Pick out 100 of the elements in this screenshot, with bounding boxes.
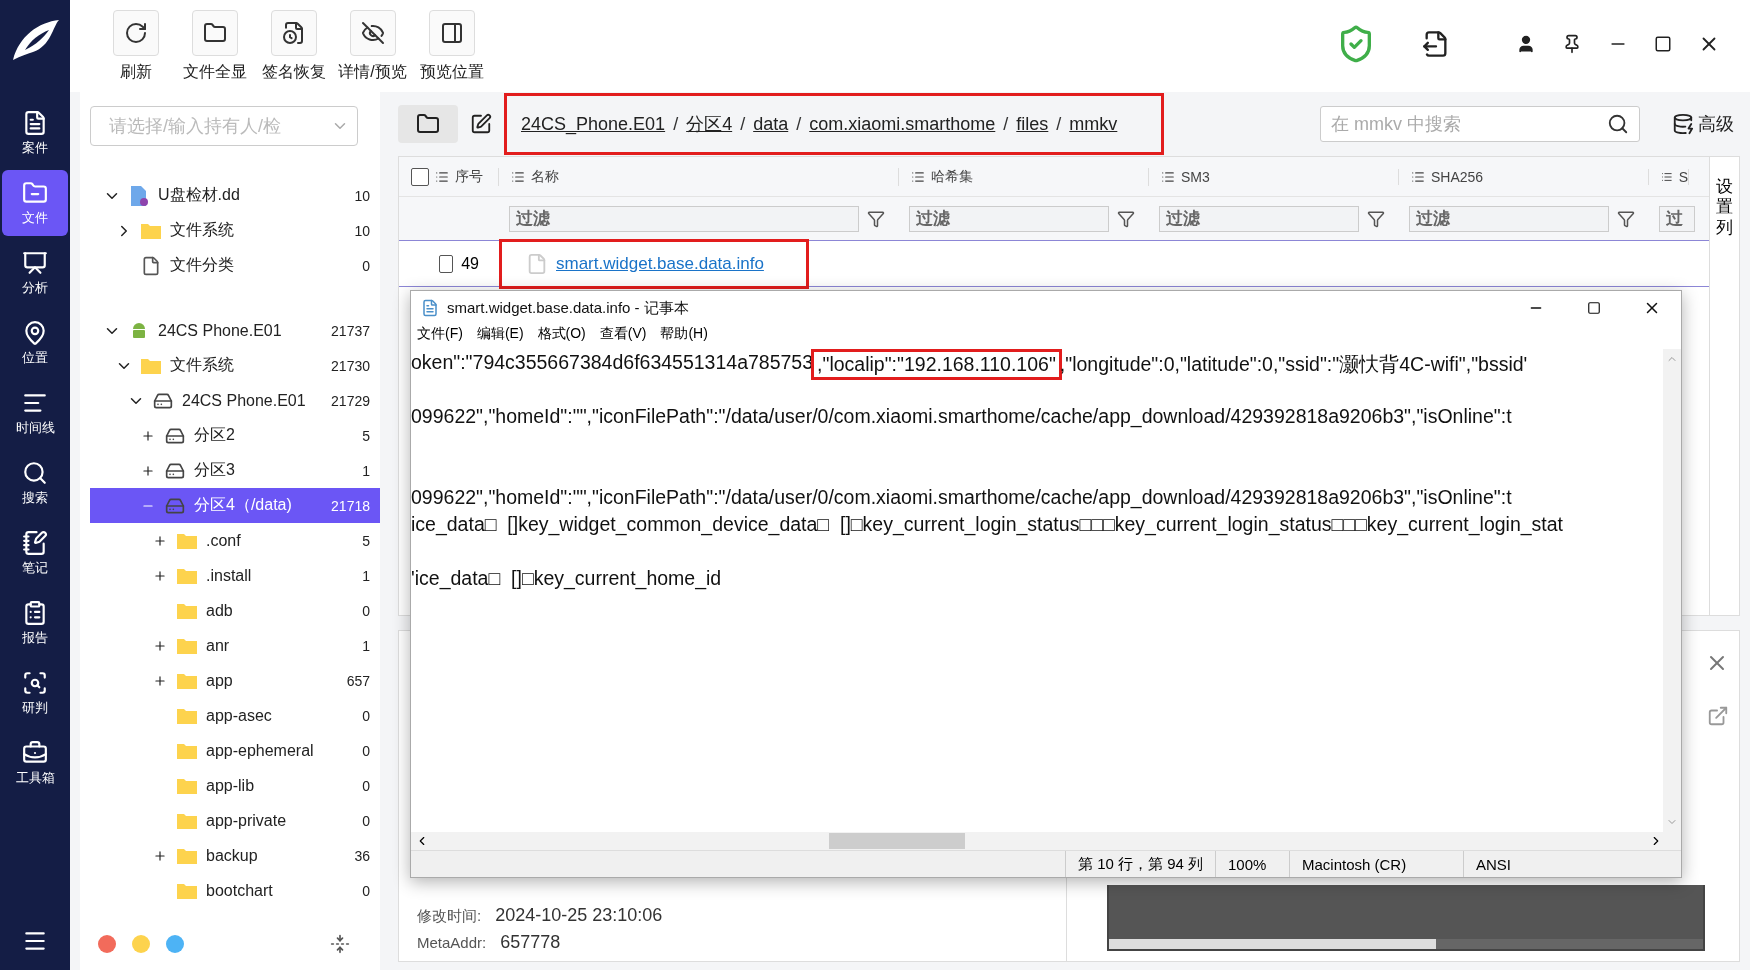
- breadcrumb-link[interactable]: 分区4: [686, 112, 733, 136]
- filter-icon[interactable]: [1367, 209, 1385, 228]
- filter-field[interactable]: 过: [1659, 205, 1695, 232]
- nav-item[interactable]: 工具箱: [2, 730, 68, 796]
- column-header[interactable]: 名称: [499, 167, 899, 186]
- tree-item[interactable]: app-lib 0: [90, 768, 380, 803]
- expand-icon[interactable]: [153, 533, 167, 548]
- tree-item[interactable]: .install 1: [90, 558, 380, 593]
- tree-item[interactable]: .conf 5: [90, 523, 380, 558]
- edit-icon[interactable]: [470, 113, 492, 135]
- expand-icon[interactable]: [153, 638, 167, 653]
- breadcrumb-link[interactable]: mmkv: [1069, 113, 1118, 135]
- expand-icon[interactable]: [153, 673, 167, 688]
- menu-item[interactable]: 编辑(E): [476, 325, 524, 349]
- expand-icon[interactable]: [141, 428, 155, 443]
- folder-button[interactable]: [398, 105, 458, 143]
- tag-dot[interactable]: [98, 935, 116, 953]
- filter-field[interactable]: 过滤: [909, 205, 1109, 232]
- maximize-icon[interactable]: [1654, 35, 1672, 53]
- row-checkbox[interactable]: [439, 254, 454, 273]
- nav-item[interactable]: 案件: [2, 100, 68, 166]
- column-header[interactable]: SM3: [1149, 168, 1399, 185]
- nav-item[interactable]: 搜索: [2, 450, 68, 516]
- breadcrumb-link[interactable]: com.xiaomi.smarthome: [809, 113, 996, 135]
- export-icon[interactable]: [1422, 30, 1450, 58]
- breadcrumb-link[interactable]: data: [753, 113, 789, 135]
- nav-item[interactable]: 分析: [2, 240, 68, 306]
- expand-icon[interactable]: [153, 848, 167, 863]
- menu-item[interactable]: 格式(O): [537, 325, 586, 349]
- nav-item[interactable]: 位置: [2, 310, 68, 376]
- list-icon: [1411, 169, 1425, 184]
- tree-item[interactable]: 分区3 1: [90, 453, 380, 488]
- horizontal-scrollbar[interactable]: [411, 832, 1681, 850]
- filter-field[interactable]: 过滤: [509, 205, 859, 232]
- file-icon: [526, 252, 548, 275]
- filter-field[interactable]: 过滤: [1159, 205, 1359, 232]
- file-link[interactable]: smart.widget.base.data.info: [556, 253, 764, 274]
- toolbar-button[interactable]: 文件全显: [175, 10, 254, 83]
- nav-item[interactable]: 时间线: [2, 380, 68, 446]
- folder-icon: [202, 21, 227, 45]
- menu-item[interactable]: 帮助(H): [660, 325, 708, 349]
- maximize-icon[interactable]: [1587, 301, 1601, 315]
- folder-icon: [416, 112, 440, 136]
- list-icon: [911, 169, 925, 184]
- folder-icon: [176, 636, 198, 655]
- filter-icon[interactable]: [867, 209, 885, 228]
- tree-item[interactable]: anr 1: [90, 628, 380, 663]
- toolbar-button[interactable]: 刷新: [96, 10, 175, 83]
- external-link-icon[interactable]: [1707, 705, 1729, 727]
- column-header[interactable]: 序号: [399, 167, 499, 186]
- tree-item[interactable]: 文件系统 10: [90, 213, 380, 248]
- nav-item[interactable]: 研判: [2, 660, 68, 726]
- folder-icon: [176, 811, 198, 830]
- column-settings-button[interactable]: 设置列: [1709, 157, 1739, 615]
- nav-item[interactable]: 笔记: [2, 520, 68, 586]
- menu-item[interactable]: 查看(V): [599, 325, 647, 349]
- filter-field[interactable]: 过滤: [1409, 205, 1609, 232]
- detail-label: 修改时间:: [417, 907, 482, 926]
- nav-item[interactable]: 报告: [2, 590, 68, 656]
- tree-item[interactable]: 分区2 5: [90, 418, 380, 453]
- tag-dot[interactable]: [166, 935, 184, 953]
- column-header[interactable]: SHA256: [1399, 168, 1649, 185]
- text-line: ice_data□ []key_widget_common_device_data□ []□key_current_login_status□□□key_current_login_status□□□key_current_login_stat: [411, 513, 1564, 538]
- collapse-all-icon[interactable]: [330, 934, 350, 954]
- toolbar-button[interactable]: 详情/预览: [333, 10, 412, 83]
- tree-item[interactable]: 24CS Phone.E01 21729: [90, 383, 380, 418]
- tree-item[interactable]: app-ephemeral 0: [90, 733, 380, 768]
- pin-icon[interactable]: [1562, 34, 1582, 54]
- breadcrumb-link[interactable]: 24CS_Phone.E01: [521, 113, 666, 135]
- nav-item[interactable]: 文件: [2, 170, 68, 236]
- tree-item[interactable]: 24CS Phone.E01 21737: [90, 313, 380, 348]
- tree-item[interactable]: app-private 0: [90, 803, 380, 838]
- filter-icon[interactable]: [1617, 209, 1635, 228]
- toolbar-button[interactable]: 预览位置: [412, 10, 491, 83]
- tag-dot[interactable]: [132, 935, 150, 953]
- column-header[interactable]: 哈希集: [899, 167, 1149, 186]
- tree-item[interactable]: app-asec 0: [90, 698, 380, 733]
- folder-icon: [140, 356, 162, 375]
- tree-item[interactable]: app 657: [90, 663, 380, 698]
- tree-item[interactable]: 文件分类 0: [90, 248, 380, 283]
- row-number: 49: [461, 254, 479, 273]
- breadcrumb-link[interactable]: files: [1016, 113, 1049, 135]
- tree-item[interactable]: U盘检材.dd 10: [90, 178, 380, 213]
- menu-item[interactable]: 文件(F): [417, 325, 463, 349]
- tree-item[interactable]: backup 36: [90, 838, 380, 873]
- tree-item[interactable]: 分区4（/data) 21718: [90, 488, 380, 523]
- user-icon[interactable]: [1516, 34, 1536, 54]
- panel-icon: [439, 21, 464, 45]
- tree-item[interactable]: adb 0: [90, 593, 380, 628]
- tree-item[interactable]: 文件系统 21730: [90, 348, 380, 383]
- select-all-checkbox[interactable]: [411, 167, 429, 186]
- expand-icon[interactable]: [141, 463, 155, 478]
- advanced-button[interactable]: 高级: [1666, 111, 1740, 137]
- tree-item[interactable]: bootchart 0: [90, 873, 380, 908]
- expand-icon[interactable]: [153, 568, 167, 583]
- search-icon[interactable]: [1607, 113, 1629, 135]
- column-header[interactable]: S: [1649, 168, 1689, 185]
- filter-icon[interactable]: [1117, 209, 1135, 228]
- toolbar-button[interactable]: 签名恢复: [254, 10, 333, 83]
- folder-icon: [176, 776, 198, 795]
